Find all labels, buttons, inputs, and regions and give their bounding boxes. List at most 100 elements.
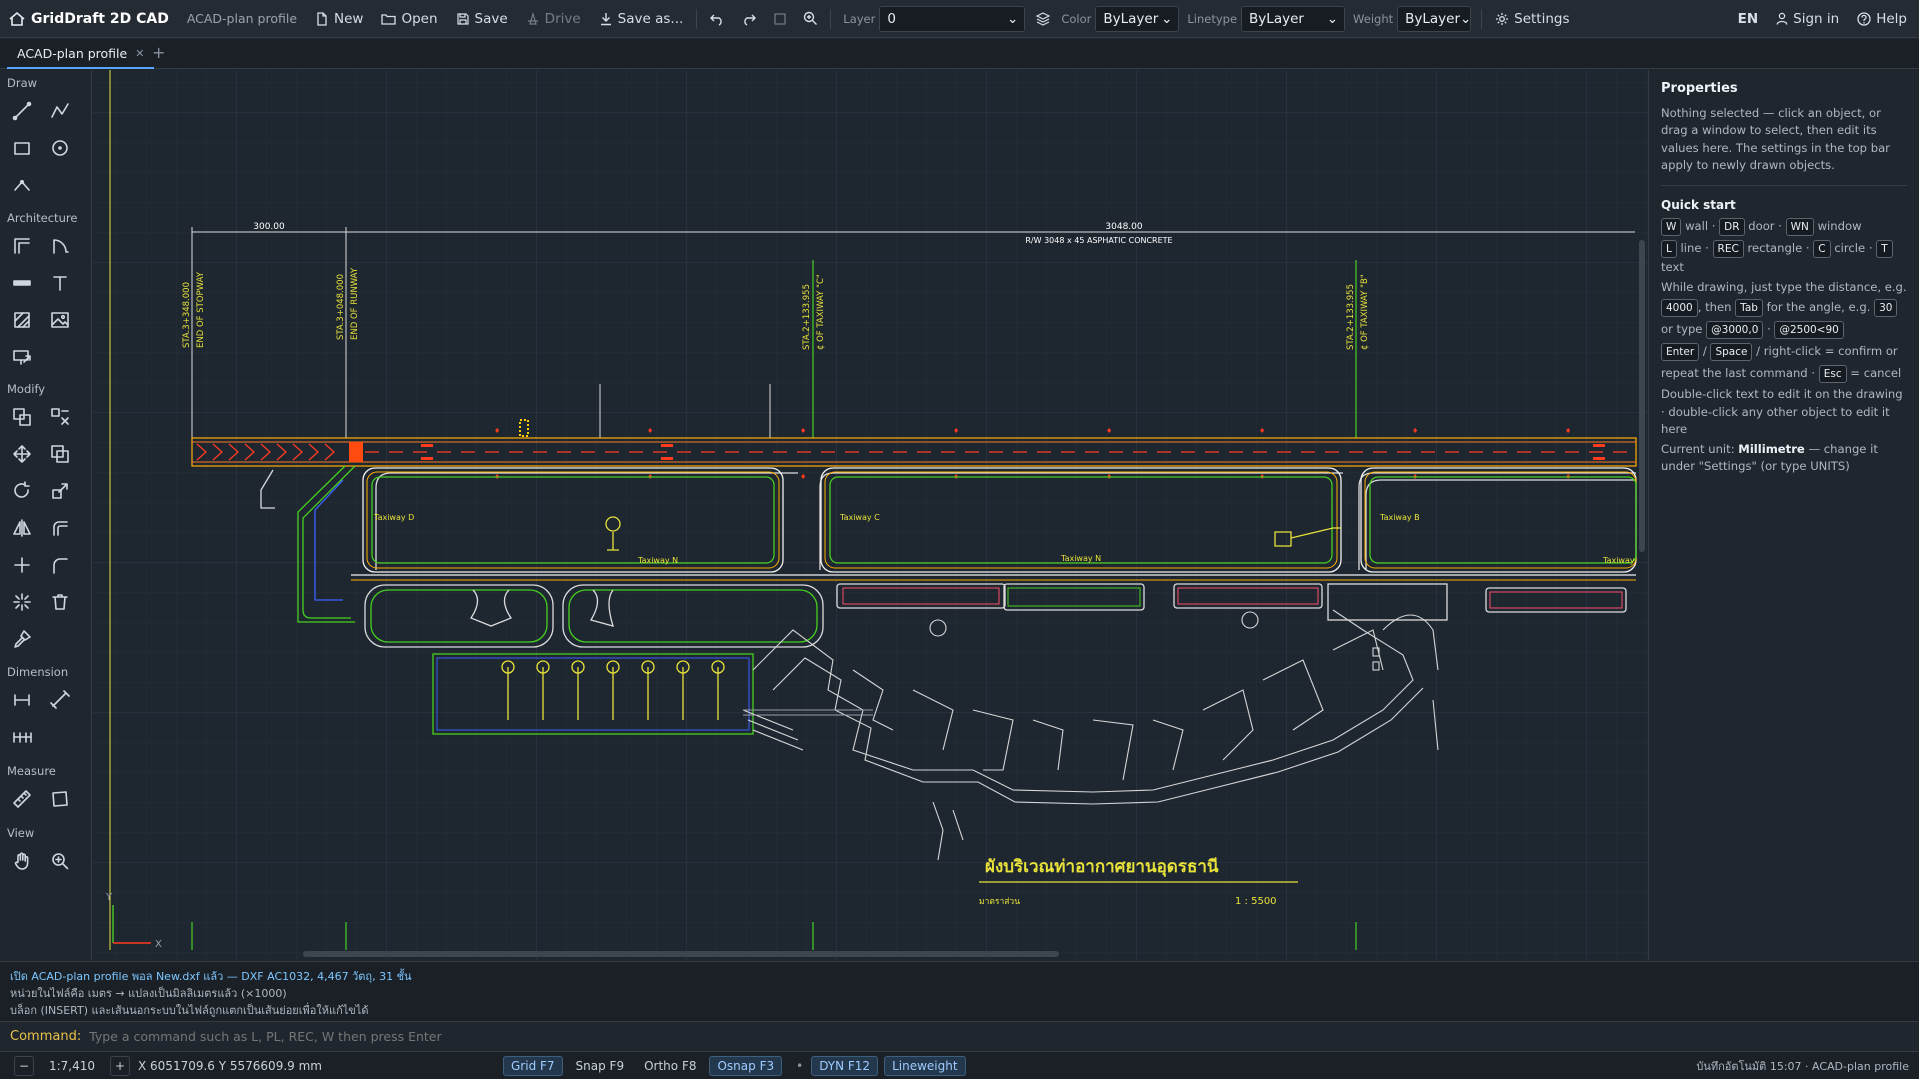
ortho-toggle[interactable]: Ortho F8 [637, 1056, 703, 1076]
scroll-thumb[interactable] [1639, 240, 1645, 552]
drawing-canvas[interactable]: 300.00 3048.00 R/W 3048 x 45 ASPHATIC CO… [93, 70, 1648, 960]
cursor-coordinates: X 6051709.6 Y 5576609.9 mm [138, 1058, 322, 1073]
trim-tool[interactable] [8, 588, 36, 616]
properties-panel: Properties Nothing selected — click an o… [1648, 70, 1919, 960]
array-tool[interactable] [46, 440, 74, 468]
image-tool[interactable] [46, 306, 74, 334]
measure-distance-tool[interactable] [8, 785, 36, 813]
help-button[interactable]: Help [1848, 0, 1919, 38]
drive-button[interactable]: Drive [517, 0, 590, 38]
rectangle-tool[interactable] [8, 134, 36, 162]
quick-start-row: W wall · DR door · WN window [1661, 217, 1907, 237]
arc-tool[interactable] [8, 171, 36, 199]
save-button[interactable]: Save [447, 0, 517, 38]
undo-button[interactable] [701, 0, 733, 38]
delete-tool[interactable] [46, 588, 74, 616]
new-tab-button[interactable]: + [152, 43, 165, 62]
grid-toggle[interactable]: Grid F7 [503, 1055, 563, 1076]
explode-tool[interactable] [46, 403, 74, 431]
kbd-esc: Esc [1818, 365, 1847, 383]
scroll-thumb[interactable] [303, 951, 1059, 957]
sign-in-button[interactable]: Sign in [1767, 0, 1848, 38]
svg-text:♦: ♦ [1412, 427, 1418, 435]
home-icon[interactable] [8, 10, 26, 28]
kbd-space: Space [1710, 343, 1753, 361]
redo-button[interactable] [733, 0, 765, 38]
circle-icon [52, 140, 68, 156]
kbd-30: 30 [1874, 299, 1898, 317]
extend-tool[interactable] [8, 551, 36, 579]
move-tool[interactable] [8, 440, 36, 468]
window-tool[interactable] [8, 269, 36, 297]
rotate-icon [14, 481, 30, 498]
language-button[interactable]: EN [1729, 0, 1768, 38]
runway-label: R/W 3048 x 45 ASPHATIC CONCRETE [1025, 236, 1172, 245]
window-icon [13, 280, 31, 286]
group-draw: Draw [7, 76, 38, 90]
new-button[interactable]: New [306, 0, 372, 38]
tab-acad-plan-profile[interactable]: ACAD-plan profile ✕ [7, 39, 155, 69]
match-properties-tool[interactable] [8, 625, 36, 653]
dimension-300: 300.00 [253, 222, 285, 232]
vertical-scrollbar[interactable] [1636, 70, 1648, 960]
close-icon[interactable]: ✕ [135, 47, 144, 60]
osnap-toggle[interactable]: Osnap F3 [709, 1055, 783, 1076]
open-button[interactable]: Open [372, 0, 446, 38]
weight-label: Weight [1353, 11, 1394, 26]
measure-area-tool[interactable] [46, 785, 74, 813]
polyline-tool[interactable] [46, 97, 74, 125]
hatch-tool[interactable] [8, 306, 36, 334]
mirror-icon [13, 519, 31, 537]
line-tool[interactable] [8, 97, 36, 125]
quick-start-row: repeat the last command · Esc = cancel [1661, 364, 1907, 384]
image-icon [51, 312, 69, 328]
pan-tool[interactable] [8, 847, 36, 875]
chevron-down-icon: ⌄ [1460, 10, 1472, 27]
scale-tool[interactable] [46, 477, 74, 505]
save-as-button[interactable]: Save as... [590, 0, 693, 38]
aligned-dimension-tool[interactable] [46, 686, 74, 714]
zoom-extents-button[interactable] [765, 0, 795, 38]
zoom-in-button[interactable]: + [110, 1055, 130, 1076]
linear-dimension-tool[interactable] [8, 686, 36, 714]
continue-dimension-tool[interactable] [8, 723, 36, 751]
quick-start-row: Enter / Space / right-click = confirm or [1661, 342, 1907, 362]
rotate-tool[interactable] [8, 477, 36, 505]
kbd-c: C [1813, 240, 1831, 258]
layer-select[interactable]: 0 ⌄ [879, 5, 1026, 32]
kbd-polar: @2500<90 [1774, 321, 1844, 339]
zoom-out-button[interactable]: − [14, 1055, 34, 1076]
kbd-relative: @3000,0 [1706, 321, 1764, 339]
wall-tool[interactable] [8, 232, 36, 260]
snap-toggle[interactable]: Snap F9 [569, 1056, 632, 1076]
color-label: Color [1061, 11, 1092, 26]
layers-icon[interactable] [1025, 11, 1061, 27]
settings-button[interactable]: Settings [1486, 0, 1578, 38]
group-modify: Modify [7, 382, 46, 396]
quick-start-row: 4000, then Tab for the angle, e.g. 30 [1661, 298, 1907, 318]
command-input[interactable] [89, 1024, 1919, 1049]
weight-select[interactable]: ByLayer ⌄ [1397, 5, 1472, 32]
dyn-toggle[interactable]: DYN F12 [811, 1055, 879, 1076]
linetype-select[interactable]: ByLayer ⌄ [1241, 5, 1346, 32]
copy-tool[interactable] [8, 403, 36, 431]
svg-text:¢ OF TAXIWAY "B": ¢ OF TAXIWAY "B" [1360, 274, 1370, 350]
unit-hint: Current unit: Millimetre — change it und… [1661, 441, 1878, 474]
separator-dot: • [796, 1058, 804, 1073]
offset-tool[interactable] [46, 514, 74, 542]
color-select[interactable]: ByLayer ⌄ [1095, 5, 1180, 32]
fillet-tool[interactable] [46, 551, 74, 579]
linetype-label: Linetype [1187, 11, 1238, 26]
tab-label: ACAD-plan profile [17, 45, 128, 61]
block-tool[interactable] [8, 343, 36, 371]
zoom-tool[interactable] [46, 847, 74, 875]
horizontal-scrollbar[interactable] [93, 948, 1648, 960]
zoom-button[interactable] [795, 0, 826, 38]
group-view: View [7, 826, 35, 840]
door-tool[interactable] [46, 232, 74, 260]
brush-icon [14, 630, 31, 648]
circle-tool[interactable] [46, 134, 74, 162]
lineweight-toggle[interactable]: Lineweight [884, 1055, 966, 1076]
mirror-tool[interactable] [8, 514, 36, 542]
text-tool[interactable] [46, 269, 74, 297]
